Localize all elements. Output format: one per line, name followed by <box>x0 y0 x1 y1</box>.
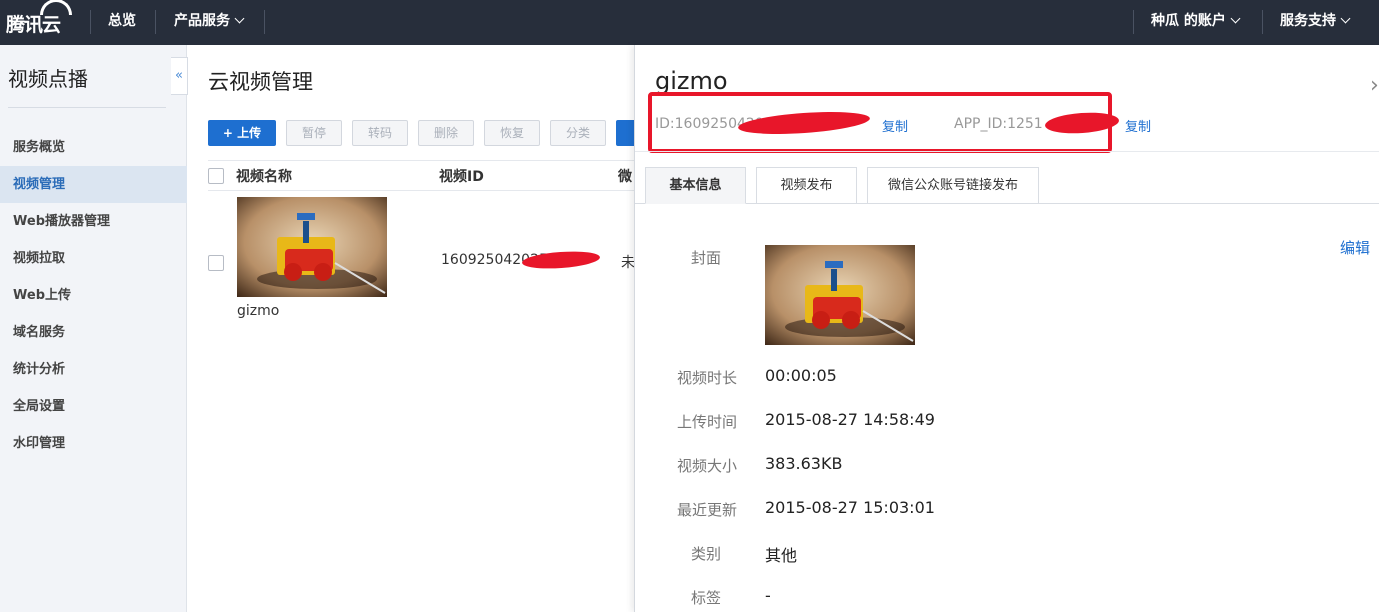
page-title: 云视频管理 <box>208 70 313 94</box>
sidebar-title: 视频点播 <box>8 67 88 91</box>
column-header-id: 视频ID <box>439 169 484 185</box>
video-name[interactable]: gizmo <box>237 303 279 319</box>
delete-button[interactable]: 删除 <box>418 120 474 146</box>
upload-time-label: 上传时间 <box>676 413 737 431</box>
column-header-wechat: 微 <box>618 169 632 185</box>
row-checkbox[interactable] <box>208 255 224 271</box>
panel-title: gizmo <box>655 67 728 95</box>
sidebar-item-service-overview[interactable]: 服务概览 <box>0 129 187 166</box>
sidebar-collapse-button[interactable]: « <box>171 57 188 95</box>
account-menu[interactable]: 种瓜 的账户 <box>1151 0 1241 45</box>
close-icon[interactable]: › <box>1370 73 1379 98</box>
nav-products[interactable]: 产品服务 <box>174 0 245 45</box>
chevron-down-icon <box>234 13 245 24</box>
support-menu[interactable]: 服务支持 <box>1280 0 1351 45</box>
gizmo-cover-image <box>765 245 915 345</box>
sidebar: 视频点播 服务概览 视频管理 Web播放器管理 视频拉取 Web上传 域名服务 … <box>0 45 187 612</box>
logo-text: 腾讯云 <box>6 13 61 36</box>
nav-divider <box>90 10 91 34</box>
panel-divider <box>635 151 1379 152</box>
account-label: 种瓜 的账户 <box>1151 13 1226 29</box>
tencent-cloud-logo[interactable]: 腾讯云 <box>6 0 72 38</box>
cover-image <box>765 245 915 345</box>
cover-label: 封面 <box>690 249 721 267</box>
nav-products-label: 产品服务 <box>174 13 230 29</box>
highlight-annotation <box>648 92 1112 153</box>
sidebar-divider <box>8 107 166 108</box>
sidebar-item-global-settings[interactable]: 全局设置 <box>0 388 187 425</box>
column-header-name: 视频名称 <box>236 169 292 185</box>
transcode-button[interactable]: 转码 <box>352 120 408 146</box>
updated-label: 最近更新 <box>676 501 737 519</box>
sidebar-item-watermark[interactable]: 水印管理 <box>0 425 187 462</box>
edit-button[interactable]: 编辑 <box>1340 237 1370 258</box>
video-status: 未 <box>621 255 635 271</box>
select-all-checkbox[interactable] <box>208 168 224 184</box>
sidebar-item-video-pull[interactable]: 视频拉取 <box>0 240 187 277</box>
video-detail-panel: gizmo › ID:1609250420 复制 APP_ID:1251 复制 … <box>634 45 1379 612</box>
upload-button[interactable]: + 上传 <box>208 120 276 146</box>
restore-button[interactable]: 恢复 <box>484 120 540 146</box>
size-value: 383.63KB <box>765 454 843 473</box>
sidebar-item-statistics[interactable]: 统计分析 <box>0 351 187 388</box>
category-button[interactable]: 分类 <box>550 120 606 146</box>
nav-divider <box>1133 10 1134 34</box>
sidebar-item-domain[interactable]: 域名服务 <box>0 314 187 351</box>
updated-value: 2015-08-27 15:03:01 <box>765 498 935 517</box>
category-label: 类别 <box>690 545 721 563</box>
nav-divider <box>1262 10 1263 34</box>
video-thumbnail[interactable] <box>237 197 387 297</box>
tab-basic-info[interactable]: 基本信息 <box>645 167 746 204</box>
table-top-border <box>208 160 634 161</box>
chevron-down-icon <box>1230 13 1241 24</box>
nav-divider <box>155 10 156 34</box>
tags-value: - <box>765 586 771 605</box>
tab-video-publish[interactable]: 视频发布 <box>756 167 857 204</box>
support-label: 服务支持 <box>1280 13 1336 29</box>
category-value: 其他 <box>765 546 798 565</box>
duration-value: 00:00:05 <box>765 366 837 385</box>
chevron-down-icon <box>1340 13 1351 24</box>
sidebar-item-web-upload[interactable]: Web上传 <box>0 277 187 314</box>
pause-button[interactable]: 暂停 <box>286 120 342 146</box>
top-nav-bar: 腾讯云 总览 产品服务 种瓜 的账户 服务支持 <box>0 0 1379 45</box>
nav-divider <box>264 10 265 34</box>
upload-time-value: 2015-08-27 14:58:49 <box>765 410 935 429</box>
table-header-border <box>208 190 634 191</box>
gizmo-thumbnail-image <box>237 197 387 297</box>
tab-wechat-publish[interactable]: 微信公众账号链接发布 <box>867 167 1039 204</box>
copy-app-id-button[interactable]: 复制 <box>1125 116 1151 135</box>
size-label: 视频大小 <box>676 457 737 475</box>
sidebar-item-video-management[interactable]: 视频管理 <box>0 166 187 203</box>
nav-overview[interactable]: 总览 <box>108 0 136 45</box>
tags-label: 标签 <box>690 589 721 607</box>
sidebar-item-web-player[interactable]: Web播放器管理 <box>0 203 187 240</box>
duration-label: 视频时长 <box>676 369 737 387</box>
